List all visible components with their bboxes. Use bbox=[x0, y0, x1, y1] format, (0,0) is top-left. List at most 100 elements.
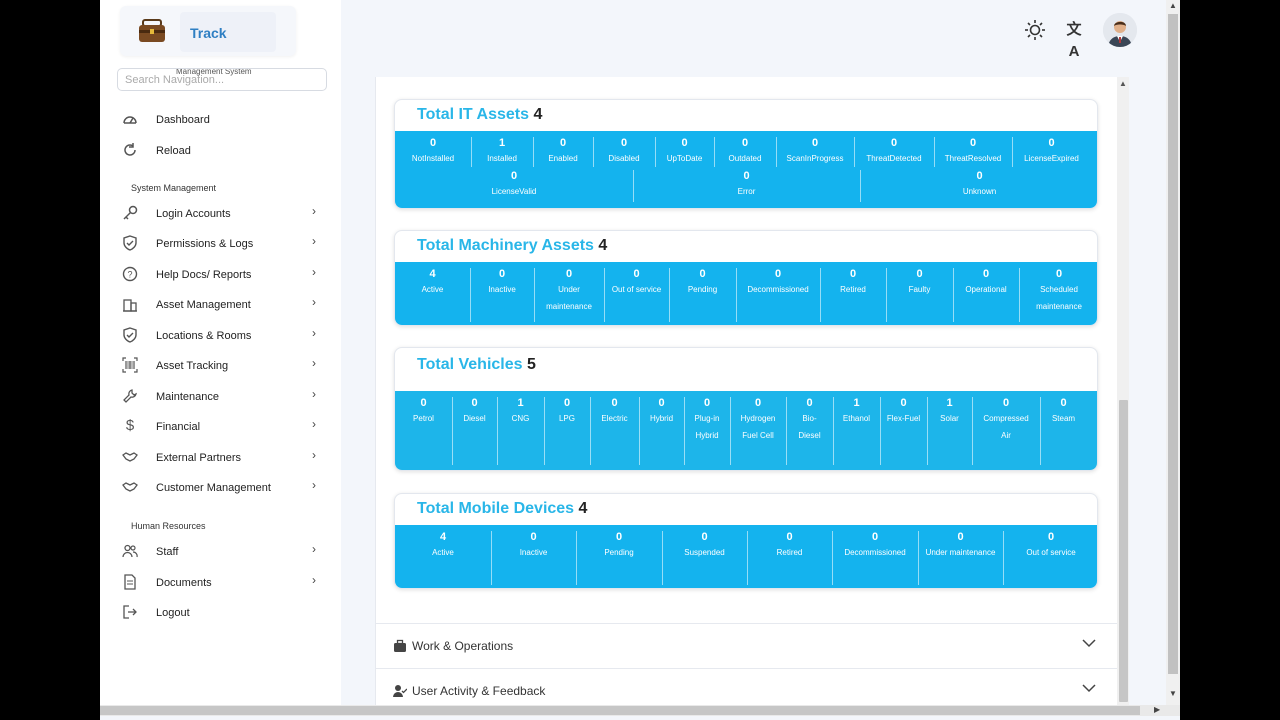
stat-divider bbox=[590, 397, 591, 465]
section-label-system: System Management bbox=[131, 183, 217, 193]
stat-cell: 1 CNG bbox=[497, 391, 544, 467]
top-bar bbox=[341, 0, 1180, 60]
scroll-right-arrow-icon[interactable]: ▶ bbox=[1154, 705, 1160, 714]
chevron-right-icon: › bbox=[312, 542, 316, 556]
stat-value: 0 bbox=[559, 137, 567, 149]
sidebar-item-label: Asset Management bbox=[156, 299, 251, 311]
stat-value: 0 bbox=[890, 137, 898, 149]
horizontal-scrollbar-thumb[interactable] bbox=[100, 706, 1140, 715]
stat-cell: 0 Out of service bbox=[1003, 525, 1097, 587]
stat-divider bbox=[833, 397, 834, 465]
stat-label: Error bbox=[737, 187, 756, 196]
stat-divider bbox=[593, 137, 594, 167]
stat-value: 0 bbox=[786, 531, 793, 543]
briefcase-logo-icon bbox=[139, 19, 165, 42]
sidebar-item-label: Customer Management bbox=[156, 482, 271, 494]
sidebar-item-locations[interactable]: Locations & Rooms › bbox=[100, 323, 341, 351]
it-assets-card: Total IT Assets 4 0 NotInstalled 1 Installe… bbox=[394, 99, 1098, 209]
stat-divider bbox=[669, 268, 670, 322]
handshake-icon bbox=[122, 482, 138, 492]
stat-value: 0 bbox=[957, 531, 964, 543]
stat-divider bbox=[953, 268, 954, 322]
sidebar-item-financial[interactable]: $ Financial › bbox=[100, 414, 341, 442]
handshake-icon bbox=[122, 452, 138, 462]
card-count: 4 bbox=[578, 500, 588, 517]
stat-value: 0 bbox=[849, 268, 857, 280]
sidebar-item-maintenance[interactable]: Maintenance › bbox=[100, 384, 341, 412]
user-avatar[interactable] bbox=[1103, 13, 1137, 47]
sun-icon[interactable] bbox=[1024, 19, 1046, 41]
card-count: 4 bbox=[533, 106, 543, 123]
translate-icon[interactable]: 文A bbox=[1063, 19, 1085, 60]
stat-value: 0 bbox=[510, 170, 518, 182]
stat-value: 0 bbox=[741, 137, 749, 149]
sidebar-item-staff[interactable]: Staff › bbox=[100, 539, 341, 567]
stat-label: Compressed Air bbox=[983, 414, 1029, 440]
card-title: Total Mobile Devices 4 bbox=[417, 500, 587, 518]
horizontal-scrollbar[interactable]: ▶ bbox=[100, 705, 1180, 716]
logo[interactable]: Track bbox=[120, 6, 296, 56]
chevron-right-icon: › bbox=[312, 448, 316, 462]
chevron-right-icon: › bbox=[312, 417, 316, 431]
stat-divider bbox=[1040, 397, 1041, 465]
avatar-image bbox=[1103, 13, 1137, 47]
sidebar-item-help[interactable]: ? Help Docs/ Reports › bbox=[100, 262, 341, 290]
chevron-down-icon[interactable] bbox=[1082, 636, 1096, 650]
sidebar-item-label: Financial bbox=[156, 421, 201, 433]
stat-label: Out of service bbox=[611, 285, 662, 294]
sidebar-item-login-accounts[interactable]: Login Accounts › bbox=[100, 201, 341, 229]
sidebar-item-logout[interactable]: Logout bbox=[100, 600, 341, 628]
page-scrollbar[interactable]: ▲ ▼ bbox=[1166, 0, 1180, 705]
stat-cell: 0 Decommissioned bbox=[736, 262, 820, 324]
card-title: Total Machinery Assets 4 bbox=[417, 237, 607, 255]
stat-cell: 4 Active bbox=[395, 262, 470, 324]
sidebar-item-reload[interactable]: Reload bbox=[100, 138, 341, 166]
sidebar-item-external-partners[interactable]: External Partners › bbox=[100, 445, 341, 473]
stat-divider bbox=[714, 137, 715, 167]
chevron-right-icon: › bbox=[312, 234, 316, 248]
stat-cell: 0 Bio-Diesel bbox=[786, 391, 833, 467]
chevron-right-icon: › bbox=[312, 204, 316, 218]
wrench-icon bbox=[123, 389, 137, 403]
stat-cell: 0 Diesel bbox=[452, 391, 497, 467]
chevron-down-icon[interactable] bbox=[1082, 681, 1096, 695]
stat-divider bbox=[934, 137, 935, 167]
stat-label: Active bbox=[432, 548, 454, 557]
stat-divider bbox=[452, 397, 453, 465]
sidebar: Track Management System Dashboard Reload… bbox=[100, 0, 341, 705]
stat-divider bbox=[832, 531, 833, 585]
sidebar-item-asset-management[interactable]: Asset Management › bbox=[100, 292, 341, 320]
search-input[interactable] bbox=[117, 68, 327, 91]
stat-cell: 0 Suspended bbox=[662, 525, 747, 587]
stat-value: 0 bbox=[916, 268, 923, 280]
stat-value: 0 bbox=[471, 397, 478, 409]
page-scrollbar-thumb[interactable] bbox=[1168, 14, 1178, 674]
stat-value: 0 bbox=[976, 170, 983, 182]
sidebar-item-asset-tracking[interactable]: Asset Tracking › bbox=[100, 353, 341, 381]
scroll-up-arrow-icon[interactable]: ▲ bbox=[1119, 79, 1127, 88]
scroll-up-arrow-icon[interactable]: ▲ bbox=[1169, 1, 1177, 10]
shield-check-icon bbox=[123, 327, 137, 343]
stat-divider bbox=[730, 397, 731, 465]
content-scrollbar[interactable]: ▲ bbox=[1117, 77, 1129, 705]
stat-cell: 0 Inactive bbox=[470, 262, 534, 324]
stat-value: 0 bbox=[681, 137, 688, 149]
stat-value: 0 bbox=[420, 397, 427, 409]
accordion-work-operations[interactable]: Work & Operations bbox=[376, 623, 1118, 668]
sidebar-item-permissions[interactable]: Permissions & Logs › bbox=[100, 231, 341, 259]
stat-value: 0 bbox=[701, 531, 708, 543]
stat-value: 0 bbox=[754, 397, 762, 409]
key-icon bbox=[123, 205, 138, 220]
stat-divider bbox=[604, 268, 605, 322]
stat-divider bbox=[860, 170, 861, 202]
card-title-text: Total Machinery Assets bbox=[417, 237, 594, 254]
barcode-icon bbox=[122, 357, 138, 373]
content-scrollbar-thumb[interactable] bbox=[1119, 400, 1128, 702]
sidebar-item-documents[interactable]: Documents › bbox=[100, 570, 341, 598]
sidebar-item-customer-management[interactable]: Customer Management › bbox=[100, 475, 341, 503]
stat-divider bbox=[470, 268, 471, 322]
scroll-down-arrow-icon[interactable]: ▼ bbox=[1169, 689, 1177, 698]
stat-divider bbox=[576, 531, 577, 585]
stat-cell: 0 Hybrid bbox=[639, 391, 684, 467]
sidebar-item-dashboard[interactable]: Dashboard bbox=[100, 107, 341, 135]
